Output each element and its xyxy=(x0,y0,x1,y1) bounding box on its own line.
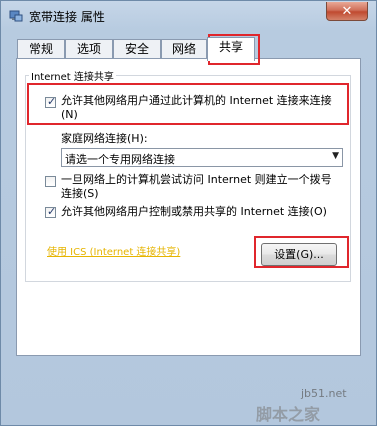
check-mark-icon: ✓ xyxy=(47,95,57,108)
home-network-label: 家庭网络连接(H): xyxy=(61,132,148,145)
close-icon: ✕ xyxy=(341,3,353,19)
allow-share-checkbox[interactable]: ✓ xyxy=(45,95,57,108)
network-connection-icon xyxy=(9,10,23,22)
allow-control-label: 允许其他网络用户控制或禁用共享的 Internet 连接(O) xyxy=(61,205,327,218)
allow-control-checkbox[interactable]: ✓ xyxy=(45,205,57,218)
window-title: 宽带连接 属性 xyxy=(29,10,105,24)
group-title: Internet 连接共享 xyxy=(29,68,116,83)
tab-general[interactable]: 常规 xyxy=(17,39,65,59)
dial-on-demand-checkbox[interactable] xyxy=(45,176,56,187)
allow-share-label: 允许其他网络用户通过此计算机的 Internet 连接来连接(N) xyxy=(61,94,332,121)
properties-window: 宽带连接 属性 ✕ 常规 选项 安全 网络 共享 Internet 连接共享 ✓… xyxy=(0,0,377,426)
watermark-url: jb51.net xyxy=(301,387,347,400)
ics-help-link[interactable]: 使用 ICS (Internet 连接共享) xyxy=(47,243,180,258)
dropdown-arrow-icon: ▼ xyxy=(332,151,339,161)
tab-networking[interactable]: 网络 xyxy=(161,39,207,59)
tab-security[interactable]: 安全 xyxy=(113,39,161,59)
settings-button[interactable]: 设置(G)... xyxy=(261,243,337,266)
dial-on-demand-label: 一旦网络上的计算机尝试访问 Internet 则建立一个拨号连接(S) xyxy=(61,173,332,200)
tab-sharing[interactable]: 共享 xyxy=(207,37,255,61)
home-network-value: 请选一个专用网络连接 xyxy=(65,153,175,166)
home-network-select[interactable]: 请选一个专用网络连接 ▼ xyxy=(61,148,343,167)
tab-options[interactable]: 选项 xyxy=(65,39,113,59)
title-bar[interactable]: 宽带连接 属性 ✕ xyxy=(1,1,376,31)
check-mark-icon: ✓ xyxy=(47,205,57,218)
close-button[interactable]: ✕ xyxy=(326,2,368,21)
watermark-brand: 脚本之家 xyxy=(256,405,321,424)
